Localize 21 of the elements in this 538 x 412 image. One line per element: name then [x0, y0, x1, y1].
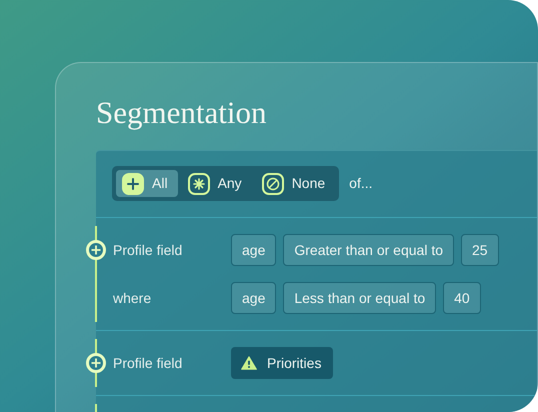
- plus-icon: [122, 172, 144, 194]
- add-condition-icon[interactable]: [86, 240, 106, 260]
- match-mode-tab[interactable]: None: [256, 170, 336, 197]
- page-title: Segmentation: [96, 94, 268, 132]
- warning-field-chip[interactable]: Priorities: [231, 347, 334, 379]
- value-field[interactable]: 40: [443, 282, 481, 314]
- field-dropdown[interactable]: age: [231, 282, 276, 314]
- match-mode-tab[interactable]: Any: [182, 170, 252, 197]
- asterisk-icon: [188, 172, 210, 194]
- condition-label: Profile field: [113, 240, 184, 260]
- condition-label: Profile field: [113, 354, 184, 372]
- value-field[interactable]: 25: [461, 234, 499, 266]
- operator-dropdown[interactable]: Less than or equal to: [283, 282, 436, 314]
- field-dropdown[interactable]: age: [231, 234, 276, 266]
- operator-dropdown[interactable]: Greater than or equal to: [283, 234, 454, 266]
- add-condition-icon[interactable]: [86, 353, 106, 373]
- condition-label: where: [113, 288, 152, 308]
- prohibited-icon: [262, 172, 284, 194]
- warning-icon: [241, 356, 257, 370]
- match-mode-tab[interactable]: All: [116, 170, 178, 197]
- match-suffix: of...: [349, 174, 373, 193]
